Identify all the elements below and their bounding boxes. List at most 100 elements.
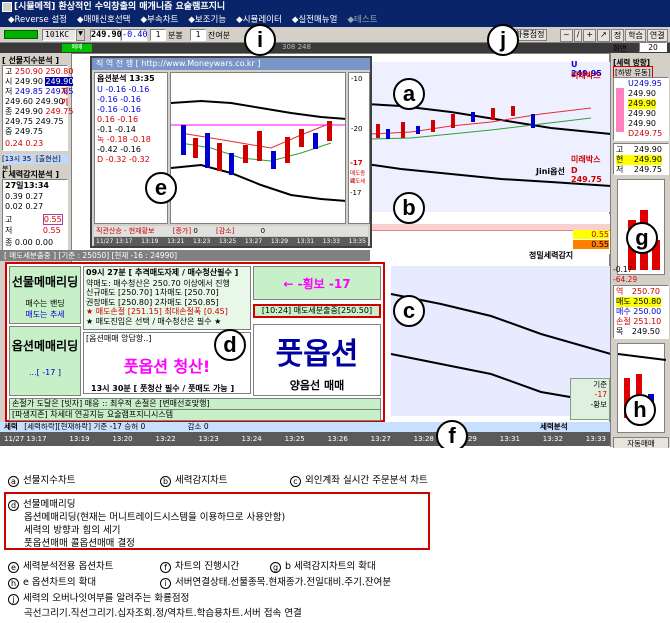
cell: 250.90 xyxy=(14,67,43,76)
screen-input[interactable]: 20 xyxy=(639,42,667,52)
legend-text: 세력분석전용 옵션차트 xyxy=(23,561,114,572)
level-value: 250.70 xyxy=(631,287,660,296)
row-label: 고 xyxy=(5,67,13,76)
code-select[interactable]: 101KC xyxy=(42,29,76,41)
cell: 249.85 xyxy=(14,87,43,96)
b-value-2: 0.55 xyxy=(573,240,609,249)
popup-candle-area xyxy=(170,72,346,224)
d-price-label: D 249.75 xyxy=(571,166,602,184)
bun-label: 분봉 xyxy=(168,31,183,40)
time-tick: 13:26 xyxy=(327,435,348,443)
right-label: 매도세 xyxy=(350,179,366,185)
price-row: 249.90 xyxy=(628,99,656,109)
cell: 249.60 xyxy=(5,97,33,106)
legend-d-line: 풋옵션매매 콜옵션매매 결정 xyxy=(24,538,135,549)
legend-d-box: d 선물메매리딩 옵션메매리딩(현재는 머니트레이드시스템을 이용하므로 사용안함… xyxy=(4,492,430,550)
legend-row-3c: g b 세력감지차트의 확대 xyxy=(270,558,376,573)
janyeo-input[interactable]: 1 xyxy=(190,29,206,41)
menu-subchart[interactable]: ◆부속차트 xyxy=(141,14,179,27)
menu-manual[interactable]: ◆실전매뉴얼 xyxy=(292,14,338,27)
time-tick: 13:33 xyxy=(322,238,340,245)
row-label: 종 xyxy=(5,238,13,247)
menu-assist[interactable]: ◆보조기능 xyxy=(188,14,226,27)
change-field: -0.40 xyxy=(121,29,148,41)
row-label: 저 xyxy=(5,226,13,235)
guide-line: 권장매도 [250.80] 2차매도 [250.85] xyxy=(86,297,219,307)
bottom-info-strip: 세력 [세력하락][현재하락] 기준 -17 승허 0 감소 0 세력분석 xyxy=(0,422,610,432)
callout-i: i xyxy=(244,24,276,56)
ref-note: -황보 xyxy=(590,400,607,409)
popup-title[interactable]: 직 역 전 쟁 [ http://www.Moneywars.co.kr ] xyxy=(92,58,370,70)
legend-text: 서버연결상태.선물종목.현재종가.전일대비.주기.잔여분 xyxy=(175,577,392,588)
level-label: 매도 xyxy=(616,297,631,306)
side-label: 고 xyxy=(616,145,624,154)
status-right-val: 0 xyxy=(260,227,266,235)
level-value: 250.80 xyxy=(633,297,662,306)
cell: 0.55 xyxy=(42,214,63,225)
callout-a: a xyxy=(393,78,425,110)
cell: -0.32 xyxy=(105,155,127,164)
row-label: 저 xyxy=(5,87,13,96)
cell: 0.55 xyxy=(42,226,61,235)
cell: 249.75 xyxy=(35,117,64,126)
menu-reverse[interactable]: ◆Reverse 설정 xyxy=(8,14,67,27)
price-row: U249.95 xyxy=(628,79,662,88)
legend-d-line: 옵션메매리딩(현재는 머니트레이드시스템을 이용하므로 사용안함) xyxy=(24,512,286,523)
chevron-down-icon[interactable]: ▼ xyxy=(76,29,85,41)
cell: 0.27 xyxy=(25,192,44,201)
time-tick: 13:25 xyxy=(218,238,237,245)
legend-key: b xyxy=(160,476,171,487)
legend-text: b 세력감지차트의 확대 xyxy=(285,561,376,572)
line-tool-button[interactable]: / xyxy=(573,29,583,42)
mirabox-top-label: 미래박스 xyxy=(571,71,601,80)
time-tick: 13:35 xyxy=(348,238,366,245)
header-code: 308 248 xyxy=(282,43,311,51)
study-button[interactable]: 학습 xyxy=(625,29,646,42)
popup-candle-svg xyxy=(171,99,345,202)
curve-tool-button[interactable]: ~ xyxy=(560,29,573,42)
side-label: 저 xyxy=(616,165,624,174)
time-tick: 13:27 xyxy=(244,238,263,245)
price-list: U249.95 249.90 249.90 249.90 249.90 D249… xyxy=(613,77,669,141)
cell: 249.90 xyxy=(14,107,43,116)
cell: 0.16 xyxy=(97,115,115,124)
put-option-display: 풋옵션 양음선 매매 xyxy=(253,324,381,396)
guide-line: ★ 매도진입은 선택 / 매수청산은 필수 ★ xyxy=(86,316,222,326)
crosshair-tool-button[interactable]: + xyxy=(583,29,597,42)
menu-signal[interactable]: ◆매매신호선택 xyxy=(77,14,130,27)
cell: -0.16 xyxy=(120,145,141,154)
janyeo-label: 잔여분 xyxy=(208,31,231,40)
cell: -0.16 xyxy=(117,115,139,124)
time-tab-a[interactable]: [13시 35분] xyxy=(2,154,34,173)
status-right: [감소] xyxy=(216,227,235,235)
row-label: 종 xyxy=(5,107,13,116)
popup-right-axis: -10 -20 -17 매도종료 매도세 -17 xyxy=(348,72,370,224)
connect-button[interactable]: 연결 xyxy=(646,29,668,42)
cell: 0.23 xyxy=(25,139,44,148)
bun-input[interactable]: 1 xyxy=(150,29,166,41)
side-value: 249.75 xyxy=(633,165,662,174)
cell: 0.39 xyxy=(5,192,23,201)
bottom-label-mid: [세력하락][현재하락] 기준 -17 승허 0 xyxy=(24,422,146,431)
toolbar: 101KC ▼ 249.90 -0.40 1 분봉 1 잔여분 화룡점정 ~ /… xyxy=(0,27,670,43)
price-row: 249.90 xyxy=(628,119,656,128)
callout-b: b xyxy=(393,192,425,224)
force-table: 27일13:34 0.39 0.27 0.02 0.27 고 0.55 저 0.… xyxy=(2,179,68,251)
order-levels: 역 250.70 매도 250.80 매수 250.00 손절 251.10 목… xyxy=(613,285,669,339)
row-label: 녹 xyxy=(97,135,105,144)
callout-e: e xyxy=(145,172,177,204)
tick: -17 xyxy=(350,159,363,167)
ref-value: -17 xyxy=(594,390,607,399)
cell: -0.16 xyxy=(97,95,118,104)
menu-test[interactable]: ◆테스트 xyxy=(347,14,377,27)
popup-time-axis: 11/27 13:17 13:19 13:21 13:23 13:25 13:2… xyxy=(94,237,368,246)
row-label: D xyxy=(97,155,104,164)
normal-chart-button[interactable]: 정 xyxy=(610,29,625,42)
arrow-tool-button[interactable]: ↗ xyxy=(597,29,610,42)
cell: 249.90 xyxy=(45,77,74,86)
guide-line: 신규매도 [250.70] 1차매도 [250.70] xyxy=(86,288,219,297)
status-green-badge: 매매 xyxy=(62,44,92,52)
legend-key: i xyxy=(160,578,171,589)
callout-g: g xyxy=(626,222,658,254)
time-tab-b[interactable]: [출현선] xyxy=(36,154,68,164)
